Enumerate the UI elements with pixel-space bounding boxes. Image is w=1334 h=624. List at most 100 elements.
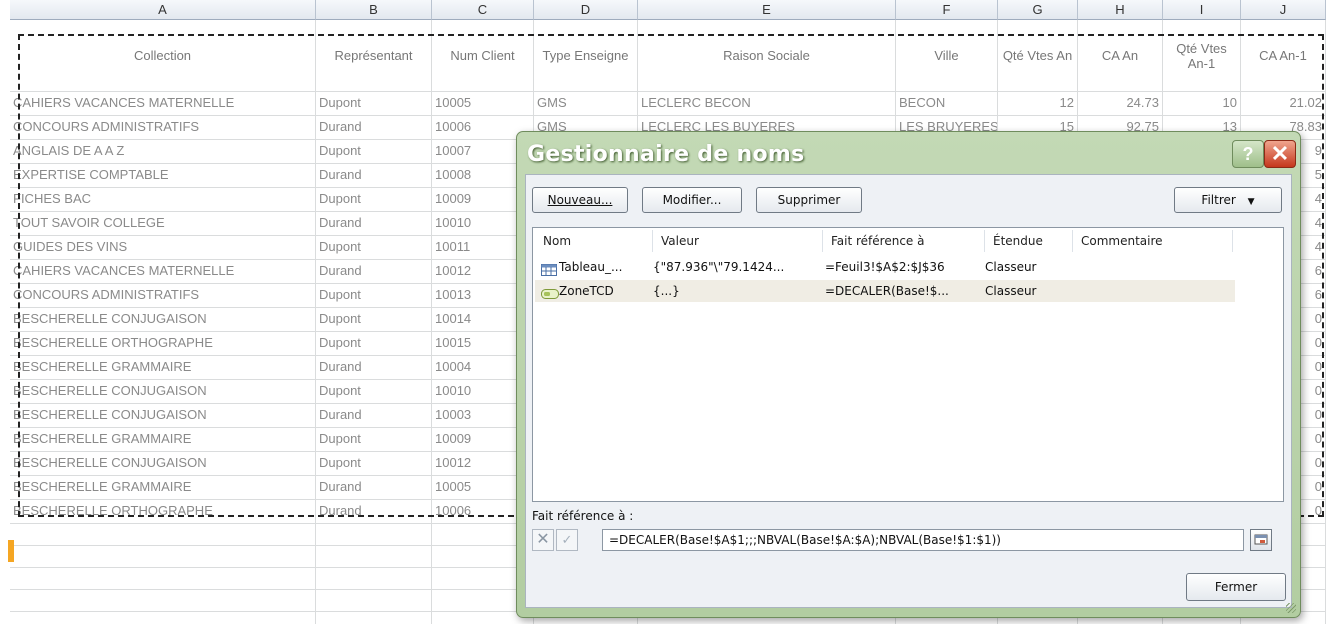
- table-cell[interactable]: Dupont: [316, 284, 432, 308]
- table-cell[interactable]: BESCHERELLE CONJUGAISON: [10, 404, 316, 428]
- name-scope: Classeur: [985, 284, 1037, 298]
- table-cell[interactable]: BESCHERELLE GRAMMAIRE: [10, 356, 316, 380]
- column-header-h[interactable]: H: [1078, 0, 1163, 20]
- table-cell[interactable]: Dupont: [316, 308, 432, 332]
- list-column-header[interactable]: Valeur: [653, 230, 823, 252]
- column-header-e[interactable]: E: [638, 0, 896, 20]
- header-cell[interactable]: Ville: [896, 20, 998, 92]
- close-button[interactable]: ✕: [1264, 140, 1296, 168]
- header-cell[interactable]: CA An: [1078, 20, 1163, 92]
- column-header-c[interactable]: C: [432, 0, 534, 20]
- empty-cell[interactable]: [316, 568, 432, 590]
- table-cell[interactable]: BESCHERELLE ORTHOGRAPHE: [10, 332, 316, 356]
- header-cell[interactable]: Type Enseigne: [534, 20, 638, 92]
- table-cell[interactable]: BECON: [896, 92, 998, 116]
- empty-cell[interactable]: [10, 568, 316, 590]
- table-cell[interactable]: BESCHERELLE ORTHOGRAPHE: [10, 500, 316, 524]
- filter-button[interactable]: Filtrer ▼: [1174, 187, 1282, 213]
- header-cell[interactable]: Num Client: [432, 20, 534, 92]
- header-cell[interactable]: Qté Vtes An-1: [1163, 20, 1241, 92]
- table-cell[interactable]: 12: [998, 92, 1078, 116]
- column-header-i[interactable]: I: [1163, 0, 1241, 20]
- table-cell[interactable]: Dupont: [316, 428, 432, 452]
- list-column-header[interactable]: Fait référence à: [823, 230, 985, 252]
- table-cell[interactable]: CAHIERS VACANCES MATERNELLE: [10, 92, 316, 116]
- table-cell[interactable]: Dupont: [316, 92, 432, 116]
- empty-cell[interactable]: [316, 612, 432, 624]
- empty-cell[interactable]: [10, 590, 316, 612]
- table-cell[interactable]: 21.02: [1241, 92, 1326, 116]
- table-cell[interactable]: 24.73: [1078, 92, 1163, 116]
- name-refers-to: =DECALER(Base!$...: [825, 284, 949, 298]
- header-cell[interactable]: Collection: [10, 20, 316, 92]
- table-cell[interactable]: BESCHERELLE CONJUGAISON: [10, 308, 316, 332]
- cancel-edit-icon[interactable]: ✕: [532, 529, 554, 551]
- table-cell[interactable]: Dupont: [316, 332, 432, 356]
- column-header-a[interactable]: A: [10, 0, 316, 20]
- delete-name-button[interactable]: Supprimer: [756, 187, 862, 213]
- table-cell[interactable]: Durand: [316, 164, 432, 188]
- table-cell[interactable]: CONCOURS ADMINISTRATIFS: [10, 116, 316, 140]
- header-cell[interactable]: Raison Sociale: [638, 20, 896, 92]
- table-cell[interactable]: Durand: [316, 260, 432, 284]
- column-header-j[interactable]: J: [1241, 0, 1326, 20]
- column-header-f[interactable]: F: [896, 0, 998, 20]
- refers-to-input[interactable]: =DECALER(Base!$A$1;;;NBVAL(Base!$A:$A);N…: [602, 529, 1244, 551]
- table-cell[interactable]: BESCHERELLE CONJUGAISON: [10, 452, 316, 476]
- table-cell[interactable]: CAHIERS VACANCES MATERNELLE: [10, 260, 316, 284]
- column-header-d[interactable]: D: [534, 0, 638, 20]
- table-cell[interactable]: Dupont: [316, 188, 432, 212]
- name-list-row[interactable]: Tableau_... {"87.936"\"79.1424... =Feuil3!…: [535, 256, 1235, 278]
- table-cell[interactable]: 10005: [432, 92, 534, 116]
- table-cell[interactable]: GMS: [534, 92, 638, 116]
- name-scope: Classeur: [985, 260, 1037, 274]
- header-cell[interactable]: Qté Vtes An: [998, 20, 1078, 92]
- empty-cell[interactable]: [316, 590, 432, 612]
- table-cell[interactable]: TOUT SAVOIR COLLEGE: [10, 212, 316, 236]
- table-cell[interactable]: Durand: [316, 356, 432, 380]
- table-cell[interactable]: Durand: [316, 476, 432, 500]
- help-button[interactable]: ?: [1232, 140, 1264, 168]
- table-cell[interactable]: FICHES BAC: [10, 188, 316, 212]
- name-name: ZoneTCD: [559, 284, 614, 298]
- table-cell[interactable]: Durand: [316, 116, 432, 140]
- table-cell[interactable]: Dupont: [316, 380, 432, 404]
- active-row-marker: [8, 540, 14, 562]
- empty-cell[interactable]: [10, 612, 316, 624]
- table-cell[interactable]: Durand: [316, 212, 432, 236]
- list-column-header[interactable]: Étendue: [985, 230, 1073, 252]
- collapse-dialog-button[interactable]: [1250, 529, 1272, 551]
- table-cell[interactable]: CONCOURS ADMINISTRATIFS: [10, 284, 316, 308]
- table-cell[interactable]: Dupont: [316, 236, 432, 260]
- table-cell[interactable]: Durand: [316, 500, 432, 524]
- table-cell[interactable]: Dupont: [316, 140, 432, 164]
- table-cell[interactable]: LECLERC BECON: [638, 92, 896, 116]
- column-header-b[interactable]: B: [316, 0, 432, 20]
- empty-cell[interactable]: [316, 546, 432, 568]
- resize-grip-icon[interactable]: [1286, 603, 1296, 613]
- empty-cell[interactable]: [316, 524, 432, 546]
- table-cell[interactable]: ANGLAIS DE A A Z: [10, 140, 316, 164]
- edit-name-button[interactable]: Modifier...: [642, 187, 742, 213]
- new-name-button[interactable]: Nouveau...: [532, 187, 628, 213]
- table-cell[interactable]: Dupont: [316, 452, 432, 476]
- table-cell[interactable]: BESCHERELLE GRAMMAIRE: [10, 428, 316, 452]
- empty-cell[interactable]: [10, 524, 316, 546]
- names-list[interactable]: Nom Valeur Fait référence à Étendue Commenta…: [532, 227, 1284, 502]
- column-header-g[interactable]: G: [998, 0, 1078, 20]
- table-cell[interactable]: Durand: [316, 404, 432, 428]
- name-list-row[interactable]: ZoneTCD {...} =DECALER(Base!$... Classeur: [535, 280, 1235, 302]
- empty-cell[interactable]: [10, 546, 316, 568]
- confirm-edit-icon[interactable]: ✓: [556, 529, 578, 551]
- dropdown-arrow-icon: ▼: [1247, 197, 1255, 207]
- close-dialog-button[interactable]: Fermer: [1186, 573, 1286, 601]
- list-column-header[interactable]: Commentaire: [1073, 230, 1233, 252]
- list-column-header[interactable]: Nom: [535, 230, 653, 252]
- table-cell[interactable]: BESCHERELLE GRAMMAIRE: [10, 476, 316, 500]
- header-cell[interactable]: Représentant: [316, 20, 432, 92]
- table-cell[interactable]: 10: [1163, 92, 1241, 116]
- table-cell[interactable]: EXPERTISE COMPTABLE: [10, 164, 316, 188]
- table-cell[interactable]: BESCHERELLE CONJUGAISON: [10, 380, 316, 404]
- table-cell[interactable]: GUIDES DES VINS: [10, 236, 316, 260]
- header-cell[interactable]: CA An-1: [1241, 20, 1326, 92]
